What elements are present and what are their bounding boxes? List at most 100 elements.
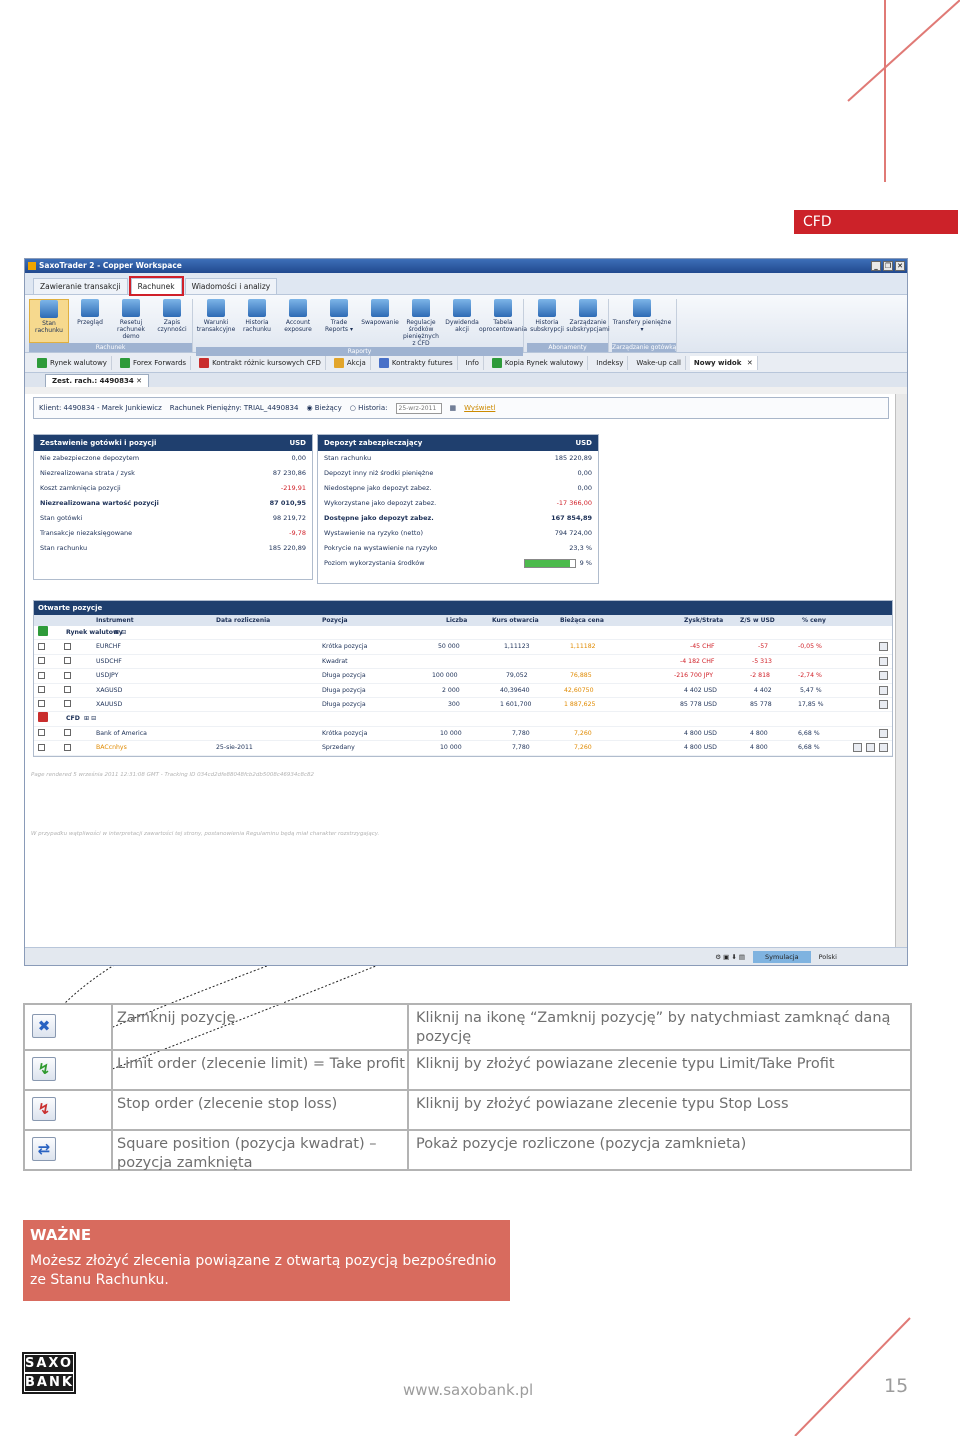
panel-row: Dostępne jako depozyt zabez. 167 854,89 <box>324 514 592 522</box>
important-body: Możesz złożyć zlecenia powiązane z otwar… <box>30 1253 497 1288</box>
report-icon <box>330 299 348 317</box>
ribbon-activity-log[interactable]: Zapis czynności <box>152 299 192 343</box>
history-radio[interactable]: ○ Historia: <box>350 404 388 412</box>
ribbon-overview[interactable]: Przegląd <box>70 299 110 343</box>
restore-button[interactable]: ❐ <box>883 261 893 271</box>
group-row-cfd[interactable]: CFD ⊞ ⊟ <box>34 712 892 727</box>
panel-currency: USD <box>289 439 306 447</box>
ribbon-trade-reports[interactable]: Trade Reports ▾ <box>319 299 359 347</box>
doc-tab-account-statement[interactable]: Zest. rach.: 4490834 ✕ <box>45 374 150 387</box>
table-row[interactable]: USDJPY Długa pozycja 100 000 79,052 76,885 -2… <box>34 669 892 684</box>
cash-positions-panel: Zestawienie gotówki i pozycji USD Nie zab… <box>33 434 313 580</box>
close-position-action-icon[interactable] <box>853 743 862 753</box>
tab-account[interactable]: Rachunek <box>128 276 184 296</box>
ribbon-group-label: Zarządzanie gotówką <box>612 343 677 352</box>
cfd-icon <box>199 357 210 368</box>
usage-gauge-fill <box>524 559 570 567</box>
table-row[interactable]: EURCHF Krótka pozycja 50 000 1,11123 1,11182… <box>34 640 892 655</box>
page-number: 15 <box>884 1375 909 1397</box>
ribbon-trading-conditions[interactable]: Warunki transakcyjne <box>196 299 236 347</box>
stop-order-action-icon[interactable] <box>879 743 888 753</box>
website-url[interactable]: www.saxobank.pl <box>403 1381 533 1399</box>
current-radio[interactable]: ◉ Bieżący <box>306 404 341 412</box>
table-row[interactable]: Bank of America Krótka pozycja 10 000 7,780… <box>34 727 892 742</box>
tab-trading[interactable]: Zawieranie transakcji <box>33 278 128 294</box>
ribbon-reset-demo[interactable]: Resetuj rachunek demo <box>111 299 151 343</box>
table-header: Instrument Data rozliczenia Pozycja Licz… <box>34 615 892 626</box>
limit-order-action-icon[interactable] <box>866 743 875 753</box>
panel-row: Niedostępne jako depozyt zabez. 0,00 <box>324 484 592 492</box>
nav-wakeup-call[interactable]: Wake-up call <box>632 355 686 370</box>
calendar-icon[interactable]: ▦ <box>450 404 457 412</box>
client-label: Klient: 4490834 - Marek Junkiewicz <box>39 404 162 412</box>
ribbon-manage-subscriptions[interactable]: Zarządzanie subskrypcjami <box>566 299 610 343</box>
nav-new-view[interactable]: Nowy widok ✕ <box>689 355 758 370</box>
history-date-input[interactable]: 25-wrz-2011 <box>395 402 442 414</box>
ribbon-swap[interactable]: Swapowanie <box>360 299 400 347</box>
ribbon-interest-table[interactable]: Tabela oprocentowania <box>479 299 527 347</box>
table-row[interactable]: BACcnhys 25-sie-2011 Sprzedany 10 000 7,780 7… <box>34 741 892 756</box>
saxo-bank-logo: SAXO BANK <box>22 1352 76 1394</box>
ribbon-subscription-history[interactable]: Historia subskrypcji <box>527 299 567 343</box>
open-positions-table: Otwarte pozycje Instrument Data rozlicze… <box>33 600 893 757</box>
margin-panel: Depozyt zabezpieczający USD Stan rachunku… <box>317 434 599 584</box>
nav-stock[interactable]: Akcja <box>330 355 371 370</box>
close-window-button[interactable]: ✕ <box>895 261 905 271</box>
fx-icon <box>37 357 47 368</box>
row-action-icon[interactable] <box>879 671 888 681</box>
nav-fx[interactable]: Rynek walutowy <box>33 355 112 370</box>
ribbon-cfd-cash-adjustments[interactable]: Regulacje środków pieniężnych z CFD <box>401 299 441 347</box>
nav-forex-forwards[interactable]: Forex Forwards <box>116 355 192 370</box>
nav-info[interactable]: Info <box>462 355 484 370</box>
row-action-icon[interactable] <box>879 642 888 652</box>
legend-row-close: ✖ Zamknij pozycję Kliknij na ikonę “Zamk… <box>25 1005 910 1049</box>
legend-row-limit: ↯ Limit order (zlecenie limit) = Take pr… <box>25 1049 910 1089</box>
reset-icon <box>122 299 140 317</box>
panel-row: Poziom wykorzystania środków 9 % <box>324 558 592 568</box>
nav-cfd[interactable]: Kontrakt różnic kursowych CFD <box>195 355 326 370</box>
table-row[interactable]: USDCHF Kwadrat -4 182 CHF -5 313 <box>34 655 892 670</box>
row-action-icon[interactable] <box>879 728 888 738</box>
table-title: Otwarte pozycje <box>34 601 892 615</box>
nav-indices[interactable]: Indeksy <box>592 355 629 370</box>
ribbon: Stan rachunku Przegląd Resetuj rachunek … <box>25 295 907 356</box>
language-indicator[interactable]: Polski <box>819 953 837 961</box>
workspace-nav: Rynek walutowy Forex Forwards Kontrakt r… <box>25 353 907 373</box>
panel-row: Niezrealizowana wartość pozycji 87 010,95 <box>40 499 306 507</box>
group-row-fx[interactable]: Rynek walutowy ⊞ ⊟ <box>34 626 892 641</box>
minimize-button[interactable]: _ <box>871 261 881 271</box>
limit-order-icon: ↯ <box>32 1057 56 1081</box>
icon-legend-table: ✖ Zamknij pozycję Kliknij na ikonę “Zamk… <box>23 1003 912 1171</box>
tab-news[interactable]: Wiadomości i analizy <box>184 278 278 294</box>
client-bar: Klient: 4490834 - Marek Junkiewicz Rachu… <box>33 397 889 419</box>
table-row[interactable]: XAGUSD Długa pozycja 2 000 40,39640 42,60750… <box>34 684 892 698</box>
show-link[interactable]: Wyświetl <box>464 404 495 412</box>
trading-app-window: SaxoTrader 2 - Copper Workspace _ ❐ ✕ Za… <box>24 258 908 966</box>
row-action-icon[interactable] <box>879 685 888 695</box>
panel-row: Koszt zamknięcia pozycji -219,91 <box>40 484 306 492</box>
row-action-icon[interactable] <box>879 699 888 709</box>
table-row[interactable]: XAUUSD Długa pozycja 300 1 601,700 1 887,625… <box>34 698 892 713</box>
transfer-icon <box>633 299 651 317</box>
ribbon-account-history[interactable]: Historia rachunku <box>237 299 277 347</box>
ribbon-account-exposure[interactable]: Account exposure <box>278 299 318 347</box>
simulation-badge: Symulacja <box>752 950 811 963</box>
ribbon-account-status[interactable]: Stan rachunku <box>29 299 69 343</box>
row-action-icon[interactable] <box>879 656 888 666</box>
status-icons: ⚙ ▣ ⬇ ▤ <box>715 952 745 961</box>
ribbon-group-account: Stan rachunku Przegląd Resetuj rachunek … <box>29 299 193 352</box>
dollar-icon <box>207 299 225 317</box>
vertical-scrollbar[interactable] <box>895 394 907 949</box>
legend-row-square: ⇄ Square position (pozycja kwadrat) – po… <box>25 1129 910 1171</box>
ribbon-cash-transfers[interactable]: Transfery pieniężne ▾ <box>612 299 672 343</box>
legend-desc: Kliknij by złożyć powiazane zlecenie typ… <box>407 1091 910 1129</box>
panel-row: Wystawienie na ryzyko (netto) 794 724,00 <box>324 529 592 537</box>
nav-futures[interactable]: Kontrakty futures <box>375 355 458 370</box>
account-label: Rachunek Pieniężny: TRIAL_4490834 <box>169 404 299 412</box>
square-position-icon: ⇄ <box>32 1137 56 1161</box>
panel-row: Niezrealizowana strata / zysk 87 230,86 <box>40 469 306 477</box>
panel-row: Stan rachunku 185 220,89 <box>324 454 592 462</box>
ribbon-dividends[interactable]: Dywidenda akcji <box>442 299 482 347</box>
dividend-icon <box>453 299 471 317</box>
nav-fx-copy[interactable]: Kopia Rynek walutowy <box>488 355 589 370</box>
